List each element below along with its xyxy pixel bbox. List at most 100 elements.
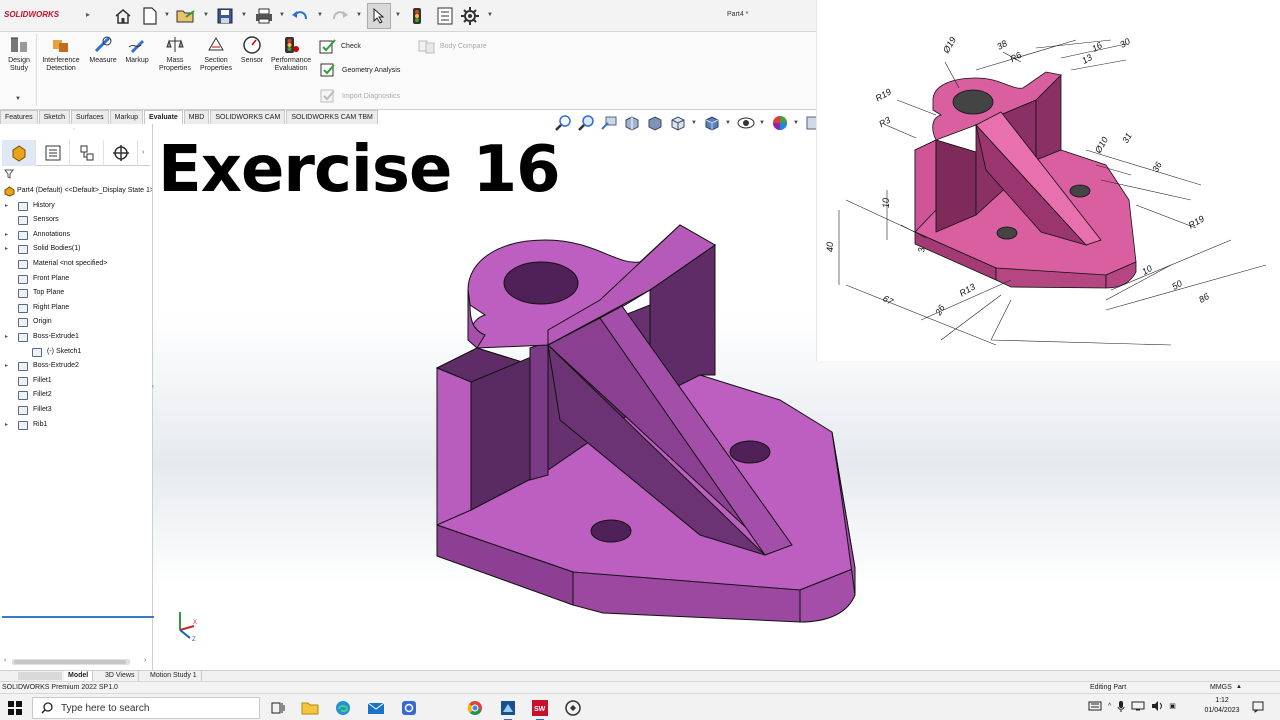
markup-button[interactable]: Markup (120, 35, 154, 65)
panel-grip-icon[interactable]: ◦ (73, 127, 75, 133)
scroll-right-icon[interactable]: › (144, 657, 146, 664)
measure-button[interactable]: Measure (86, 35, 120, 65)
network-icon[interactable] (1131, 701, 1145, 711)
dimxpertmanager-tab-icon[interactable] (104, 140, 138, 166)
solidworks-taskbar-icon[interactable]: SW (530, 698, 550, 720)
tree-horizontal-scrollbar[interactable]: ‹ › (4, 657, 148, 667)
dynamic-annotation-view-icon[interactable] (645, 113, 665, 133)
print-icon[interactable] (254, 6, 274, 26)
tree-item[interactable]: Fillet1 (2, 374, 152, 389)
chrome-browser-icon[interactable] (465, 698, 485, 718)
tree-expand-icon[interactable]: ▸ (5, 330, 8, 345)
tree-root-part[interactable]: Part4 (Default) <<Default>_Display State… (2, 184, 152, 199)
tree-item[interactable]: ▸ Boss-Extrude1 (2, 330, 152, 345)
notification-center-icon[interactable] (1252, 701, 1264, 715)
panel-splitter-icon[interactable]: ‹ (152, 384, 154, 390)
tab-navigation-arrows[interactable] (18, 672, 62, 680)
tree-expand-icon[interactable]: ▸ (5, 228, 8, 243)
more-tabs-icon[interactable]: › (138, 140, 144, 165)
tree-item[interactable]: Front Plane (2, 272, 152, 287)
interference-detection-button[interactable]: Interference Detection (38, 35, 84, 73)
windows-start-icon[interactable] (8, 701, 22, 717)
tree-item[interactable]: (-) Sketch1 (2, 345, 152, 360)
language-indicator-icon[interactable]: ▣ (1169, 702, 1176, 710)
file-explorer-icon[interactable] (300, 698, 320, 718)
options-gear-icon[interactable] (460, 6, 480, 26)
edit-appearance-icon[interactable] (770, 113, 790, 133)
propertymanager-tab-icon[interactable] (36, 140, 70, 166)
tree-item[interactable]: ▸ Boss-Extrude2 (2, 359, 152, 374)
tree-item[interactable]: ▸ Annotations (2, 228, 152, 243)
menu-expand-icon[interactable]: ▸ (86, 10, 90, 19)
scroll-left-icon[interactable]: ‹ (4, 657, 6, 664)
new-document-icon[interactable] (140, 6, 160, 26)
hide-show-items-icon[interactable] (736, 113, 756, 133)
configurationmanager-tab-icon[interactable] (70, 140, 104, 166)
section-view-icon[interactable] (622, 113, 642, 133)
tree-expand-icon[interactable]: ▸ (5, 242, 8, 257)
select-dropdown-icon[interactable]: ▼ (395, 12, 401, 18)
task-view-icon[interactable] (268, 698, 288, 718)
zoom-to-fit-icon[interactable] (553, 113, 573, 133)
print-dropdown-icon[interactable]: ▼ (279, 12, 285, 18)
app-tray-icon[interactable] (563, 698, 583, 718)
options-dropdown-icon[interactable]: ▼ (487, 12, 493, 18)
tree-item[interactable]: Fillet2 (2, 388, 152, 403)
tree-expand-icon[interactable]: ▸ (5, 418, 8, 433)
tree-item[interactable]: Right Plane (2, 301, 152, 316)
tab-solidworks-cam[interactable]: SOLIDWORKS CAM (210, 110, 286, 124)
open-dropdown-icon[interactable]: ▼ (203, 12, 209, 18)
tree-item[interactable]: Sensors (2, 213, 152, 228)
display-style-icon[interactable] (702, 113, 722, 133)
microphone-icon[interactable] (1117, 700, 1125, 712)
taskbar-search-box[interactable]: Type here to search (32, 697, 260, 719)
tab-evaluate[interactable]: Evaluate (144, 110, 183, 124)
view-orientation-icon[interactable] (668, 113, 688, 133)
redo-icon[interactable] (330, 6, 350, 26)
tree-item[interactable]: ▸ Rib1 (2, 418, 152, 433)
sensor-button[interactable]: Sensor (238, 35, 266, 65)
new-dropdown-icon[interactable]: ▼ (164, 12, 170, 18)
featuremanager-tab-icon[interactable] (2, 140, 36, 166)
hide-show-dropdown-icon[interactable]: ▼ (759, 120, 767, 126)
taskbar-clock[interactable]: 1:12 01/04/2023 (1200, 696, 1244, 716)
check-button[interactable]: Check (319, 38, 361, 54)
geometry-analysis-button[interactable]: Geometry Analysis (320, 62, 400, 78)
part-3d-model[interactable] (420, 210, 860, 630)
tree-expand-icon[interactable]: ▸ (5, 359, 8, 374)
rebuild-traffic-light-icon[interactable] (407, 6, 427, 26)
undo-icon[interactable] (290, 6, 310, 26)
tree-item[interactable]: ▸ Solid Bodies(1) (2, 242, 152, 257)
tab-markup[interactable]: Markup (109, 110, 143, 124)
display-style-dropdown-icon[interactable]: ▼ (725, 120, 733, 126)
screen-recorder-icon[interactable] (498, 698, 518, 720)
import-diagnostics-button[interactable]: Import Diagnostics (320, 88, 400, 104)
zoom-to-area-icon[interactable] (576, 113, 596, 133)
home-icon[interactable] (113, 6, 133, 26)
redo-dropdown-icon[interactable]: ▼ (356, 12, 362, 18)
undo-dropdown-icon[interactable]: ▼ (317, 12, 323, 18)
view-orientation-dropdown-icon[interactable]: ▼ (691, 120, 699, 126)
tray-expand-icon[interactable]: ^ (1108, 703, 1111, 710)
cortana-assistant-icon[interactable] (399, 698, 419, 718)
tab-mbd[interactable]: MBD (183, 110, 210, 124)
file-properties-icon[interactable] (435, 6, 455, 26)
save-icon[interactable] (215, 6, 235, 26)
section-properties-button[interactable]: Section Properties (196, 35, 236, 73)
mass-properties-button[interactable]: Mass Properties (156, 35, 194, 73)
unit-system[interactable]: MMGS (1210, 682, 1232, 693)
performance-evaluation-button[interactable]: Performance Evaluation (268, 35, 314, 73)
tree-expand-icon[interactable]: ▸ (5, 199, 8, 214)
tab-surfaces[interactable]: Surfaces (71, 110, 109, 124)
keyboard-icon[interactable] (1088, 701, 1102, 711)
save-dropdown-icon[interactable]: ▼ (241, 12, 247, 18)
tab-solidworks-cam-tbm[interactable]: SOLIDWORKS CAM TBM (286, 110, 378, 124)
tree-item[interactable]: Top Plane (2, 286, 152, 301)
tab-features[interactable]: Features (0, 110, 38, 124)
edge-browser-icon[interactable] (333, 698, 353, 718)
tree-item[interactable]: Fillet3 (2, 403, 152, 418)
mail-icon[interactable] (366, 698, 386, 718)
tree-item[interactable]: Material <not specified> (2, 257, 152, 272)
units-dropdown-icon[interactable]: ▲ (1236, 682, 1242, 693)
volume-icon[interactable] (1151, 700, 1163, 712)
